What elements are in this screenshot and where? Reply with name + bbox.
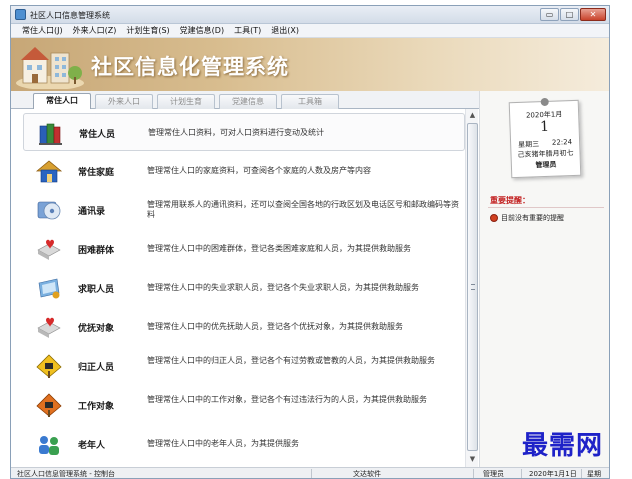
status-user: 管理员: [483, 470, 504, 478]
books-icon: [39, 123, 62, 145]
item-name: 归正人员: [78, 363, 115, 373]
reminder-divider: [488, 207, 604, 208]
status-weekday: 星期: [587, 470, 601, 478]
menu-exit[interactable]: 退出(X): [266, 24, 304, 37]
list-item-rehabilitated[interactable]: 归正人员 管理常住人口中的归正人员，登记各个有过劳教或管教的人员，为其提供救助服…: [23, 347, 465, 385]
tab-migrant[interactable]: 外来人口: [95, 94, 153, 109]
screen-icon: [38, 278, 60, 299]
maximize-button[interactable]: □: [560, 8, 579, 21]
sign-icon: [36, 354, 62, 378]
heart-book-icon: [37, 317, 61, 338]
tab-resident[interactable]: 常住人口: [33, 93, 91, 109]
list-item-special-care[interactable]: 优抚对象 管理常住人口中的优先抚助人员，登记各个优抚对象，为其提供救助服务: [23, 308, 465, 346]
item-description: 管理常住人口中的老年人员，为其提供服务: [147, 439, 299, 448]
close-button[interactable]: ✕: [580, 8, 606, 21]
menu-resident[interactable]: 常住人口(J): [17, 24, 68, 37]
calendar-day: 1: [539, 118, 550, 136]
disc-icon: [37, 201, 61, 220]
pin-icon: [540, 97, 549, 107]
status-company: 文达软件: [353, 470, 381, 478]
list-item-resident-families[interactable]: 常住家庭 管理常住人口的家庭资料，可查阅各个家庭的人数及房产等内容: [23, 152, 465, 190]
menu-family-planning[interactable]: 计划生育(S): [121, 24, 174, 37]
status-separator: [473, 469, 474, 478]
item-name: 工作对象: [78, 402, 115, 412]
item-name: 常住家庭: [78, 168, 115, 178]
people-icon: [39, 436, 59, 455]
menu-party[interactable]: 党建信息(D): [175, 24, 229, 37]
scroll-thumb[interactable]: [467, 123, 478, 451]
status-app: 社区人口信息管理系统 - 控制台: [17, 470, 115, 478]
item-description: 管理常用联系人的通讯资料，还可以查阅全国各地的行政区划及电话区号和邮政编码等资料: [147, 200, 459, 219]
item-name: 优抚对象: [78, 324, 115, 334]
item-description: 管理常住人口中的工作对象，登记各个有过违法行为的人员，为其提供救助服务: [147, 395, 427, 404]
scroll-up-icon[interactable]: ▲: [467, 110, 478, 121]
list-item-needy-groups[interactable]: 困难群体 管理常住人口中的困难群体，登记各类困难家庭和人员，为其提供救助服务: [23, 230, 465, 268]
banner: 社区信息化管理系统: [11, 38, 609, 91]
minimize-button[interactable]: ▭: [540, 8, 559, 21]
item-name: 求职人员: [78, 285, 115, 295]
menu-migrant[interactable]: 外来人口(Z): [68, 24, 122, 37]
reminder-text: 目前没有重要的提醒: [501, 214, 564, 222]
status-bar: 社区人口信息管理系统 - 控制台 文达软件 管理员 2020年1月1日 星期: [11, 467, 609, 478]
status-separator: [521, 469, 522, 478]
scroll-grip-icon: [471, 284, 475, 290]
alert-icon: [490, 214, 498, 222]
house-icon: [35, 160, 63, 183]
calendar-card: 2020年1月 1 星期三 22:24 己亥猪年腊月初七 管理员: [508, 97, 582, 179]
status-separator: [581, 469, 582, 478]
item-description: 管理常住人口资料，可对人口资料进行变动及统计: [148, 128, 324, 137]
sign-icon: [36, 393, 62, 417]
calendar-user: 管理员: [535, 160, 557, 170]
item-name: 困难群体: [78, 246, 115, 256]
item-name: 常住人员: [79, 130, 116, 140]
tab-party[interactable]: 党建信息: [219, 94, 277, 109]
list-item-elderly[interactable]: 老年人 管理常住人口中的老年人员，为其提供服务: [23, 425, 465, 463]
list-item-job-seekers[interactable]: 求职人员 管理常住人口中的失业求职人员，登记各个失业求职人员，为其提供救助服务: [23, 269, 465, 307]
calendar-time: 22:24: [551, 138, 573, 147]
function-list: 常住人员 管理常住人口资料，可对人口资料进行变动及统计 常住家庭 管理常住人口的…: [23, 113, 465, 467]
status-separator: [311, 469, 312, 478]
reminder-item[interactable]: 目前没有重要的提醒: [490, 213, 564, 223]
reminder-title: 重要提醒：: [490, 196, 530, 205]
watermark-text: 最需网: [522, 431, 604, 461]
list-item-resident-persons[interactable]: 常住人员 管理常住人口资料，可对人口资料进行变动及统计: [23, 113, 465, 151]
window-title: 社区人口信息管理系统: [30, 11, 110, 20]
item-description: 管理常住人口中的困难群体，登记各类困难家庭和人员，为其提供救助服务: [147, 244, 411, 253]
list-item-work-targets[interactable]: 工作对象 管理常住人口中的工作对象，登记各个有过违法行为的人员，为其提供救助服务: [23, 386, 465, 424]
app-icon: [15, 9, 26, 20]
main-window: 社区人口信息管理系统 ▭ □ ✕ 常住人口(J) 外来人口(Z) 计划生育(S)…: [10, 5, 610, 479]
tab-strip: 常住人口 外来人口 计划生育 党建信息 工具箱: [11, 91, 479, 109]
heart-book-icon: [37, 239, 61, 260]
main-panel: 常住人口 外来人口 计划生育 党建信息 工具箱 常住人员 管理常住人口资料，可对…: [11, 91, 479, 467]
vertical-scrollbar[interactable]: ▲ ▼: [465, 109, 478, 467]
window-controls: ▭ □ ✕: [540, 8, 606, 21]
tab-family-planning[interactable]: 计划生育: [157, 94, 215, 109]
title-bar[interactable]: 社区人口信息管理系统 ▭ □ ✕: [11, 6, 609, 24]
item-name: 通讯录: [78, 207, 106, 217]
side-panel: 2020年1月 1 星期三 22:24 己亥猪年腊月初七 管理员 重要提醒： 目…: [479, 91, 609, 467]
menu-bar: 常住人口(J) 外来人口(Z) 计划生育(S) 党建信息(D) 工具(T) 退出…: [11, 24, 609, 38]
menu-tools[interactable]: 工具(T): [229, 24, 266, 37]
banner-title: 社区信息化管理系统: [91, 54, 289, 79]
tab-toolbox[interactable]: 工具箱: [281, 94, 339, 109]
community-building-icon: [16, 47, 84, 89]
list-item-address-book[interactable]: 通讯录 管理常用联系人的通讯资料，还可以查阅全国各地的行政区划及电话区号和邮政编…: [23, 191, 465, 229]
item-description: 管理常住人口的家庭资料，可查阅各个家庭的人数及房产等内容: [147, 166, 371, 175]
item-description: 管理常住人口中的失业求职人员，登记各个失业求职人员，为其提供救助服务: [147, 283, 419, 292]
item-description: 管理常住人口中的归正人员，登记各个有过劳教或管教的人员，为其提供救助服务: [147, 356, 435, 365]
item-name: 老年人: [78, 441, 106, 451]
scroll-down-icon[interactable]: ▼: [467, 454, 478, 465]
item-description: 管理常住人口中的优先抚助人员，登记各个优抚对象，为其提供救助服务: [147, 322, 403, 331]
status-date: 2020年1月1日: [529, 470, 577, 478]
